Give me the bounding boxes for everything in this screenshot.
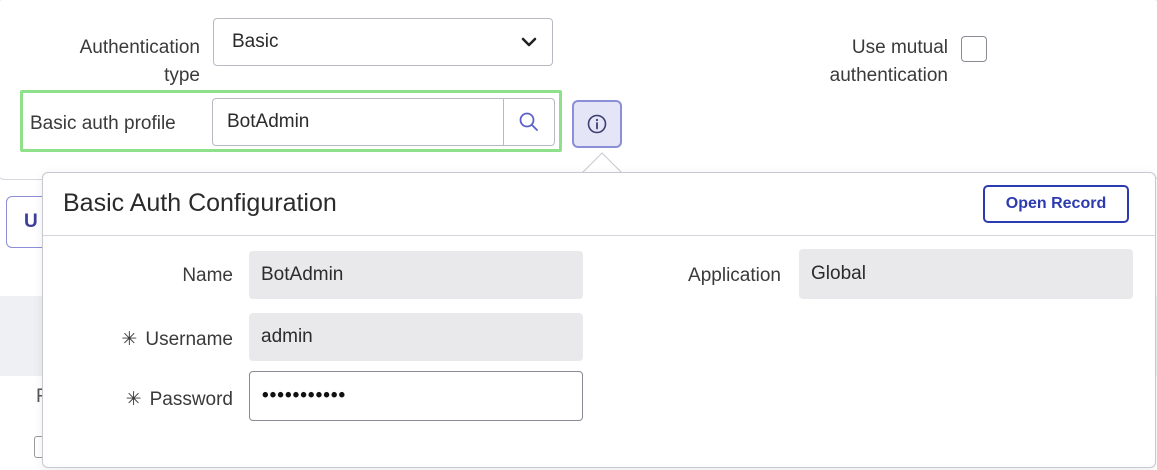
basic-auth-profile-label: Basic auth profile (30, 113, 176, 134)
required-marker-icon: ✳ (121, 329, 138, 350)
popover-title: Basic Auth Configuration (63, 189, 337, 217)
name-label: Name (182, 265, 233, 286)
basic-auth-profile-input[interactable]: BotAdmin (212, 98, 504, 146)
password-label-text: Password (149, 389, 233, 410)
password-input[interactable]: ••••••••••• (249, 371, 583, 421)
username-field: admin (249, 313, 583, 361)
username-label-text: Username (145, 329, 233, 350)
authentication-type-label: Authentication type (79, 37, 200, 86)
popover-divider (43, 235, 1155, 236)
use-mutual-authentication-label: Use mutual authentication (829, 37, 948, 86)
username-label: ✳ Username (43, 328, 233, 351)
open-record-button[interactable]: Open Record (983, 185, 1129, 223)
popover-arrow (582, 152, 622, 174)
reference-info-button[interactable] (572, 100, 622, 148)
required-marker-icon: ✳ (125, 389, 142, 410)
chevron-down-icon (521, 37, 537, 47)
search-icon (519, 112, 538, 131)
authentication-type-value: Basic (232, 31, 279, 52)
authentication-type-select[interactable]: Basic (213, 18, 553, 66)
info-icon (587, 114, 607, 134)
application-label: Application (688, 265, 781, 286)
name-field: BotAdmin (249, 251, 583, 299)
basic-auth-configuration-popover: Basic Auth Configuration Open Record Nam… (42, 172, 1156, 468)
application-field: Global (799, 249, 1133, 299)
use-mutual-authentication-checkbox[interactable] (961, 36, 987, 62)
password-label: ✳ Password (43, 388, 233, 411)
lookup-search-button[interactable] (503, 98, 555, 146)
